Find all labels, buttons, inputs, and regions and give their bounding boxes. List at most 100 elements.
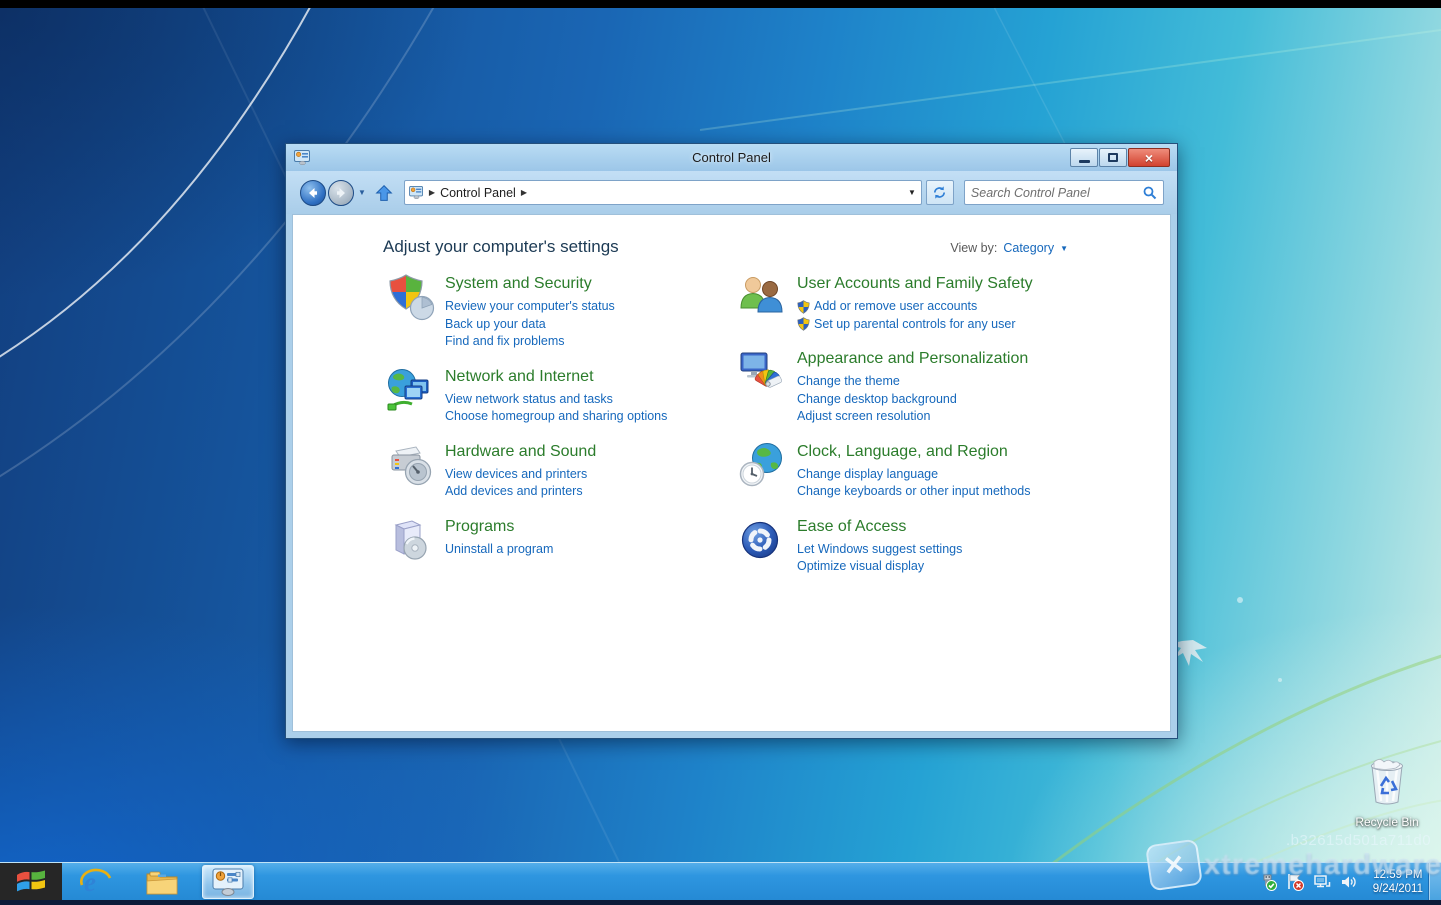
system-security-icon[interactable]: [385, 273, 437, 323]
category-user-accounts: User Accounts and Family Safety Add or r…: [737, 273, 1077, 333]
recycle-bin-desktop-icon[interactable]: Recycle Bin: [1347, 756, 1427, 829]
link-change-the-theme[interactable]: Change the theme: [797, 373, 1028, 391]
folder-icon: [145, 868, 179, 896]
close-button[interactable]: ×: [1128, 148, 1170, 167]
refresh-icon: [932, 185, 947, 200]
forward-button[interactable]: [328, 180, 354, 206]
recycle-bin-icon: [1364, 756, 1410, 808]
link-clock-language-region[interactable]: Clock, Language, and Region: [797, 443, 1030, 461]
category-column-left: System and Security Review your computer…: [385, 273, 737, 581]
taskbar-internet-explorer-button[interactable]: e: [70, 865, 122, 899]
search-input[interactable]: [971, 182, 1139, 203]
programs-icon[interactable]: [385, 516, 437, 566]
screen-top-black-bar: [0, 0, 1441, 8]
link-review-computer-status[interactable]: Review your computer's status: [445, 298, 615, 316]
address-dropdown-icon[interactable]: ▼: [908, 188, 916, 197]
clock-date: 9/24/2011: [1373, 882, 1423, 896]
refresh-button[interactable]: [926, 180, 954, 205]
link-optimize-visual-display[interactable]: Optimize visual display: [797, 558, 962, 576]
link-programs[interactable]: Programs: [445, 518, 553, 536]
breadcrumb-arrow-icon[interactable]: ▶: [429, 188, 435, 197]
category-ease-of-access: Ease of Access Let Windows suggest setti…: [737, 516, 1077, 576]
address-bar[interactable]: ▶ Control Panel ▶ ▼: [404, 180, 922, 205]
link-user-accounts-family-safety[interactable]: User Accounts and Family Safety: [797, 275, 1033, 293]
clock-language-region-icon[interactable]: [737, 441, 789, 491]
forward-arrow-icon: [334, 186, 348, 200]
clock-time: 12:59 PM: [1373, 868, 1423, 882]
link-choose-homegroup[interactable]: Choose homegroup and sharing options: [445, 408, 667, 426]
category-programs: Programs Uninstall a program: [385, 516, 737, 566]
appearance-personalization-icon[interactable]: [737, 348, 789, 398]
window-titlebar[interactable]: Control Panel ×: [286, 144, 1177, 171]
link-system-and-security[interactable]: System and Security: [445, 275, 615, 293]
show-desktop-button[interactable]: [1428, 863, 1441, 900]
action-center-flag-tray-icon[interactable]: [1286, 873, 1304, 891]
link-label: Set up parental controls for any user: [814, 316, 1016, 334]
taskbar-bottom-strip: [0, 900, 1441, 905]
recycle-bin-label: Recycle Bin: [1347, 815, 1427, 829]
link-ease-of-access[interactable]: Ease of Access: [797, 518, 962, 536]
link-change-keyboards[interactable]: Change keyboards or other input methods: [797, 483, 1030, 501]
view-by-label: View by:: [950, 241, 997, 255]
network-internet-icon[interactable]: [385, 366, 437, 416]
network-tray-icon[interactable]: [1313, 873, 1331, 891]
windows-logo-icon: [16, 869, 46, 895]
link-view-devices-printers[interactable]: View devices and printers: [445, 466, 596, 484]
link-back-up-your-data[interactable]: Back up your data: [445, 316, 615, 334]
taskbar-control-panel-button[interactable]: [202, 865, 254, 899]
system-tray: 12:59 PM 9/24/2011: [1259, 863, 1423, 900]
link-add-devices-printers[interactable]: Add devices and printers: [445, 483, 596, 501]
page-title: Adjust your computer's settings: [383, 237, 619, 257]
taskbar: e: [0, 862, 1441, 905]
link-find-and-fix-problems[interactable]: Find and fix problems: [445, 333, 615, 351]
back-button[interactable]: [300, 180, 326, 206]
link-appearance-personalization[interactable]: Appearance and Personalization: [797, 350, 1028, 368]
up-button[interactable]: [372, 181, 396, 205]
hardware-sound-icon[interactable]: [385, 441, 437, 491]
volume-tray-icon[interactable]: [1340, 873, 1358, 891]
control-panel-window: Control Panel × ▼: [285, 143, 1178, 739]
category-system-security: System and Security Review your computer…: [385, 273, 737, 351]
link-uninstall-a-program[interactable]: Uninstall a program: [445, 541, 553, 559]
up-arrow-icon: [375, 184, 393, 202]
link-set-up-parental-controls[interactable]: Set up parental controls for any user: [797, 316, 1033, 334]
category-network-internet: Network and Internet View network status…: [385, 366, 737, 426]
taskbar-clock[interactable]: 12:59 PM 9/24/2011: [1373, 868, 1423, 896]
taskbar-file-explorer-button[interactable]: [136, 865, 188, 899]
link-hardware-and-sound[interactable]: Hardware and Sound: [445, 443, 596, 461]
view-by-caret-icon[interactable]: ▼: [1060, 244, 1068, 253]
category-column-right: User Accounts and Family Safety Add or r…: [737, 273, 1077, 591]
link-adjust-screen-resolution[interactable]: Adjust screen resolution: [797, 408, 1028, 426]
breadcrumb-arrow-icon[interactable]: ▶: [521, 188, 527, 197]
category-clock-language-region: Clock, Language, and Region Change displ…: [737, 441, 1077, 501]
uac-shield-icon: [797, 300, 810, 314]
category-appearance: Appearance and Personalization Change th…: [737, 348, 1077, 426]
internet-explorer-icon: e: [80, 867, 112, 897]
usb-device-tray-icon[interactable]: [1259, 873, 1277, 891]
link-add-remove-user-accounts[interactable]: Add or remove user accounts: [797, 298, 1033, 316]
breadcrumb-control-panel[interactable]: Control Panel: [440, 186, 516, 200]
link-let-windows-suggest[interactable]: Let Windows suggest settings: [797, 541, 962, 559]
view-by-dropdown[interactable]: Category: [1003, 241, 1054, 255]
search-icon[interactable]: [1143, 186, 1157, 200]
build-watermark-text: .b32615d501a711d0: [1286, 832, 1431, 849]
category-hardware-sound: Hardware and Sound View devices and prin…: [385, 441, 737, 501]
minimize-icon: [1079, 160, 1090, 163]
address-location-icon: [409, 186, 424, 199]
back-arrow-icon: [306, 186, 320, 200]
start-button[interactable]: [0, 863, 62, 900]
user-accounts-icon[interactable]: [737, 273, 789, 323]
recent-pages-chevron-icon[interactable]: ▼: [358, 188, 366, 197]
maximize-button[interactable]: [1099, 148, 1127, 167]
link-view-network-status[interactable]: View network status and tasks: [445, 391, 667, 409]
link-change-display-language[interactable]: Change display language: [797, 466, 1030, 484]
minimize-button[interactable]: [1070, 148, 1098, 167]
link-label: Add or remove user accounts: [814, 298, 977, 316]
close-icon: ×: [1145, 151, 1153, 165]
link-change-desktop-background[interactable]: Change desktop background: [797, 391, 1028, 409]
window-title: Control Panel: [286, 144, 1177, 171]
search-box: [964, 180, 1164, 205]
link-network-and-internet[interactable]: Network and Internet: [445, 368, 667, 386]
maximize-icon: [1108, 153, 1118, 162]
ease-of-access-icon[interactable]: [737, 516, 789, 566]
